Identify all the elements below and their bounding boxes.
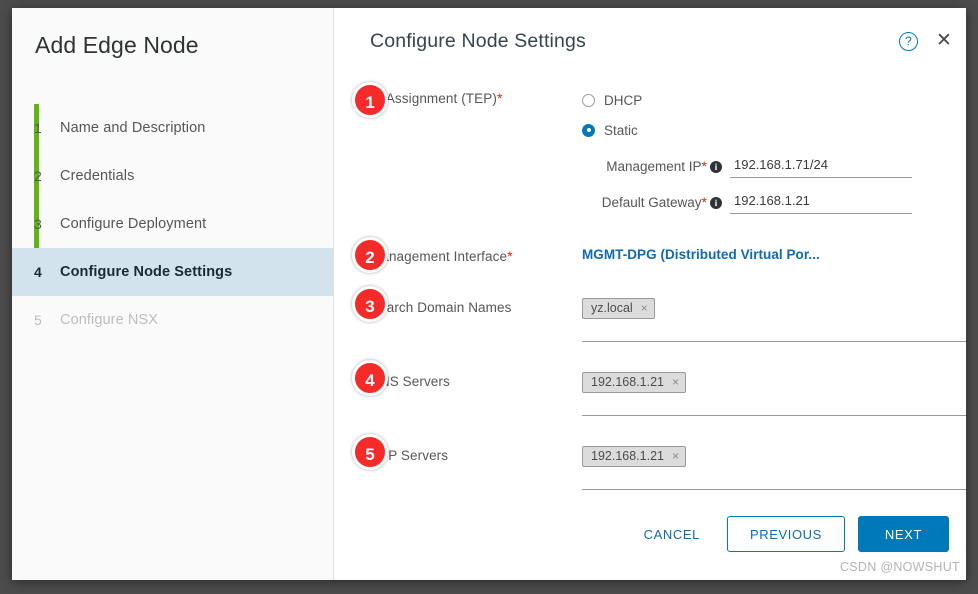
radio-static-icon[interactable] — [582, 123, 595, 137]
wizard-step-list: 1 Name and Description 2 Credentials 3 C… — [12, 104, 333, 344]
required-asterisk: * — [507, 248, 513, 264]
page-title: Add Edge Node — [35, 32, 199, 58]
search-domain-names-label: Search Domain Names — [370, 300, 512, 315]
radio-static-label: Static — [604, 122, 638, 138]
ntp-servers-field: 192.168.1.21 × — [550, 446, 966, 490]
sidebar-item-configure-node-settings[interactable]: 4 Configure Node Settings — [12, 248, 333, 296]
default-gateway-label: Default Gateway* i — [582, 194, 730, 210]
close-icon[interactable]: ✕ — [934, 31, 954, 51]
default-gateway-label-text: Default Gateway — [601, 195, 702, 210]
management-interface-field: MGMT-DPG (Distributed Virtual Por... — [550, 246, 966, 264]
chip-remove-icon[interactable]: × — [641, 302, 648, 314]
chip[interactable]: 192.168.1.21 × — [582, 372, 687, 393]
search-domain-names-row: 3 Search Domain Names yz.local × — [352, 286, 966, 342]
search-domain-names-input[interactable]: yz.local × — [582, 298, 966, 342]
panel-title: Configure Node Settings — [370, 29, 586, 52]
required-asterisk: * — [496, 90, 503, 106]
ip-assignment-field: DHCP Static Management IP*i Default Gate… — [550, 88, 966, 214]
management-ip-input[interactable] — [730, 154, 912, 178]
default-gateway-input[interactable] — [730, 190, 912, 214]
cancel-button[interactable]: CANCEL — [630, 516, 714, 552]
search-domain-names-field: yz.local × — [550, 298, 966, 342]
ip-assignment-label-text: IP Assignment (TEP) — [370, 91, 497, 106]
node-settings-form: 1 IP Assignment (TEP)* DHCP Static Manag… — [334, 82, 966, 490]
ntp-servers-row: 5 NTP Servers 192.168.1.21 × — [352, 434, 966, 490]
add-edge-node-dialog: Add Edge Node 1 Name and Description 2 C… — [12, 8, 966, 580]
required-asterisk: * — [701, 158, 707, 174]
sidebar-item-credentials[interactable]: 2 Credentials — [12, 152, 333, 200]
sidebar-item-configure-nsx: 5 Configure NSX — [12, 296, 333, 344]
dns-servers-row: 4 DNS Servers 192.168.1.21 × — [352, 360, 966, 416]
step-number: 2 — [34, 168, 42, 184]
step-number: 3 — [34, 216, 42, 232]
header-icon-group: ? ✕ — [899, 31, 954, 51]
panel-header: Configure Node Settings ? ✕ — [334, 8, 966, 74]
management-interface-label-text: Management Interface — [370, 249, 508, 264]
management-interface-value-link[interactable]: MGMT-DPG (Distributed Virtual Por... — [582, 247, 820, 262]
step-label: Configure Deployment — [60, 216, 207, 232]
chip-label: 192.168.1.21 — [591, 375, 664, 389]
radio-option-static[interactable]: Static — [582, 118, 966, 142]
step-number: 1 — [34, 120, 42, 136]
step-number: 4 — [34, 264, 42, 280]
chip-remove-icon[interactable]: × — [672, 450, 679, 462]
ip-assignment-row: 1 IP Assignment (TEP)* DHCP Static Manag… — [352, 82, 966, 214]
main-panel: Configure Node Settings ? ✕ 1 IP Assignm… — [334, 8, 966, 580]
step-badge-2: 2 — [352, 237, 388, 273]
step-badge-5: 5 — [352, 434, 388, 470]
step-number: 5 — [34, 312, 42, 328]
step-badge-3: 3 — [352, 286, 388, 322]
step-badge-1: 1 — [352, 82, 388, 118]
next-button[interactable]: NEXT — [857, 516, 949, 552]
dns-servers-label: DNS Servers — [370, 374, 450, 389]
management-ip-label: Management IP* i — [582, 158, 730, 174]
sidebar-item-configure-deployment[interactable]: 3 Configure Deployment — [12, 200, 333, 248]
management-interface-label: Management Interface* — [370, 246, 550, 264]
help-circle-icon[interactable]: ? — [899, 31, 918, 51]
radio-dhcp-label: DHCP — [604, 92, 643, 108]
chip[interactable]: 192.168.1.21 × — [582, 446, 687, 467]
wizard-sidebar: Add Edge Node 1 Name and Description 2 C… — [12, 8, 334, 580]
dns-servers-input[interactable]: 192.168.1.21 × — [582, 372, 966, 416]
chip-label: yz.local — [591, 301, 633, 315]
chip-remove-icon[interactable]: × — [672, 376, 679, 388]
chip[interactable]: yz.local × — [582, 298, 655, 319]
step-label: Configure NSX — [60, 312, 159, 328]
ip-assignment-label: IP Assignment (TEP)* — [370, 88, 550, 106]
default-gateway-row: Default Gateway* i — [582, 190, 966, 214]
step-label: Credentials — [60, 168, 135, 184]
chip-label: 192.168.1.21 — [591, 449, 664, 463]
management-interface-row: 2 Management Interface* MGMT-DPG (Distri… — [352, 237, 966, 273]
sidebar-item-name-and-description[interactable]: 1 Name and Description — [12, 104, 333, 152]
ntp-servers-input[interactable]: 192.168.1.21 × — [582, 446, 966, 490]
step-label: Configure Node Settings — [60, 264, 233, 280]
step-label: Name and Description — [60, 120, 206, 136]
previous-button[interactable]: PREVIOUS — [726, 516, 845, 552]
info-icon[interactable]: i — [710, 161, 722, 173]
ntp-servers-label: NTP Servers — [370, 448, 449, 463]
management-ip-label-text: Management IP — [606, 159, 702, 174]
dialog-footer: CANCEL PREVIOUS NEXT — [630, 516, 949, 552]
management-ip-row: Management IP* i — [582, 154, 966, 178]
watermark: CSDN @NOWSHUT — [839, 560, 960, 574]
radio-option-dhcp[interactable]: DHCP — [582, 88, 966, 112]
radio-dhcp-icon[interactable] — [582, 93, 595, 107]
required-asterisk: * — [701, 194, 707, 210]
dns-servers-field: 192.168.1.21 × — [550, 372, 966, 416]
info-icon[interactable]: i — [710, 197, 722, 209]
step-badge-4: 4 — [352, 360, 388, 396]
